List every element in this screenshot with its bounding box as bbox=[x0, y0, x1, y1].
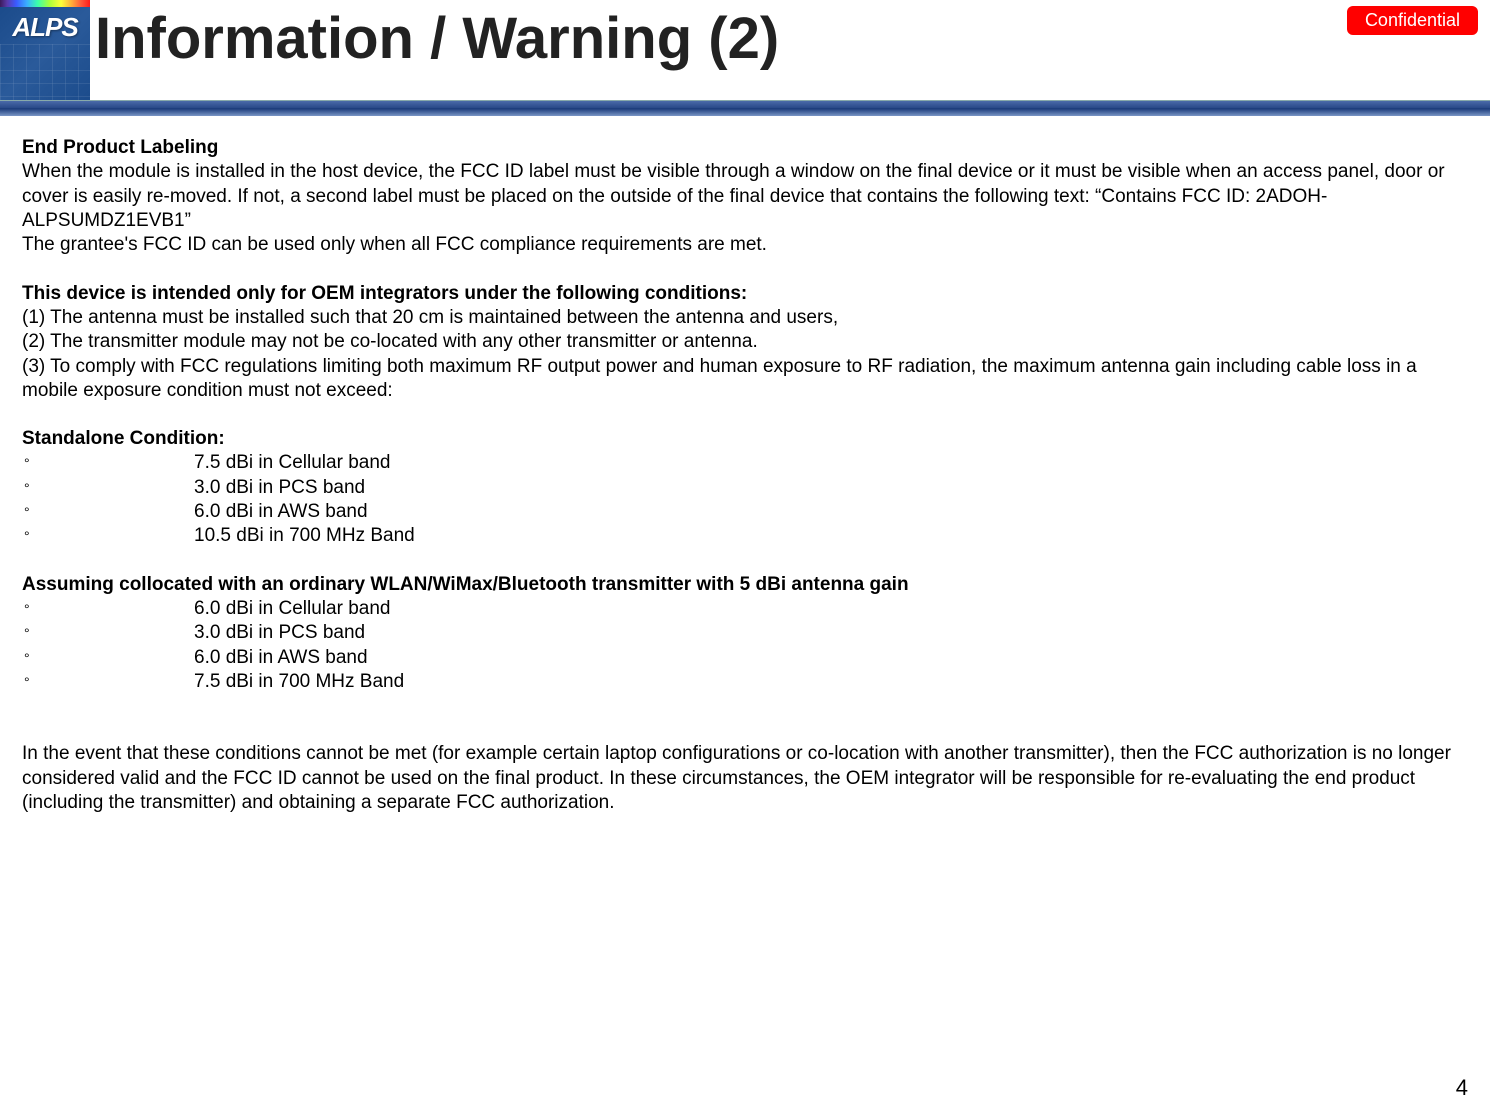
page-header: ALPS Information / Warning (2) Confident… bbox=[0, 0, 1490, 110]
closing-paragraph: In the event that these conditions canno… bbox=[22, 742, 1468, 815]
standalone-list: 7.5 dBi in Cellular band 3.0 dBi in PCS … bbox=[22, 451, 1468, 548]
list-item: 6.0 dBi in AWS band bbox=[22, 500, 1468, 524]
list-item-text: 7.5 dBi in Cellular band bbox=[194, 451, 390, 475]
list-item-text: 10.5 dBi in 700 MHz Band bbox=[194, 524, 415, 548]
list-item-text: 3.0 dBi in PCS band bbox=[194, 621, 365, 645]
collocated-list: 6.0 dBi in Cellular band 3.0 dBi in PCS … bbox=[22, 597, 1468, 694]
list-item-text: 6.0 dBi in Cellular band bbox=[194, 597, 390, 621]
list-item: 6.0 dBi in Cellular band bbox=[22, 597, 1468, 621]
header-divider bbox=[0, 100, 1490, 116]
list-item: 3.0 dBi in PCS band bbox=[22, 621, 1468, 645]
brand-logo: ALPS bbox=[0, 0, 90, 110]
page-number: 4 bbox=[1456, 1075, 1468, 1101]
confidential-badge: Confidential bbox=[1347, 6, 1478, 35]
brand-logo-text: ALPS bbox=[0, 12, 90, 43]
list-item: (3) To comply with FCC regulations limit… bbox=[22, 355, 1468, 404]
document-body: End Product Labeling When the module is … bbox=[0, 110, 1490, 815]
page-title: Information / Warning (2) bbox=[95, 5, 779, 72]
list-item: 7.5 dBi in 700 MHz Band bbox=[22, 670, 1468, 694]
list-item: (2) The transmitter module may not be co… bbox=[22, 330, 1468, 354]
list-item: 6.0 dBi in AWS band bbox=[22, 646, 1468, 670]
list-item-text: 7.5 dBi in 700 MHz Band bbox=[194, 670, 404, 694]
paragraph: When the module is installed in the host… bbox=[22, 160, 1468, 233]
list-item: 10.5 dBi in 700 MHz Band bbox=[22, 524, 1468, 548]
list-item: 3.0 dBi in PCS band bbox=[22, 476, 1468, 500]
list-item: 7.5 dBi in Cellular band bbox=[22, 451, 1468, 475]
paragraph: The grantee's FCC ID can be used only wh… bbox=[22, 233, 1468, 257]
spectrum-bar-icon bbox=[0, 0, 90, 7]
list-item-text: 6.0 dBi in AWS band bbox=[194, 646, 368, 670]
section-heading-oem: This device is intended only for OEM int… bbox=[22, 282, 1468, 306]
section-heading-standalone: Standalone Condition: bbox=[22, 427, 1468, 451]
section-heading-labeling: End Product Labeling bbox=[22, 136, 1468, 160]
list-item-text: 3.0 dBi in PCS band bbox=[194, 476, 365, 500]
section-heading-collocated: Assuming collocated with an ordinary WLA… bbox=[22, 573, 1468, 597]
list-item-text: 6.0 dBi in AWS band bbox=[194, 500, 368, 524]
list-item: (1) The antenna must be installed such t… bbox=[22, 306, 1468, 330]
